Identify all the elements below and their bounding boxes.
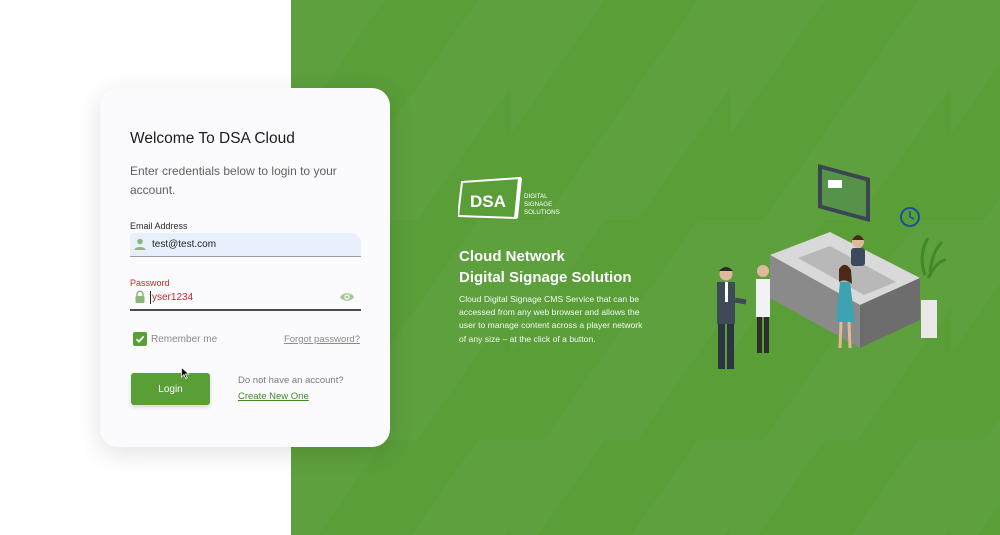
logo-sub-2: SIGNAGE [524, 201, 552, 208]
remember-me-label: Remember me [151, 333, 218, 345]
password-input[interactable] [152, 287, 332, 307]
headline-line-2: Digital Signage Solution [459, 269, 632, 286]
remember-me-checkbox[interactable]: Remember me [133, 332, 217, 346]
create-account-link[interactable]: Create New One [238, 391, 309, 402]
no-account-text: Do not have an account? [238, 375, 344, 386]
login-title: Welcome To DSA Cloud [130, 130, 295, 147]
logo-text: DSA [470, 192, 506, 211]
login-button[interactable]: Login [131, 373, 210, 405]
brand-description: Cloud Digital Signage CMS Service that c… [459, 294, 643, 344]
brand-headline: Cloud Network Digital Signage Solution [459, 246, 632, 288]
login-card: Welcome To DSA Cloud Enter credentials b… [100, 88, 390, 447]
eye-icon[interactable] [339, 290, 355, 304]
reception-illustration [717, 164, 947, 369]
logo-sub-3: SOLUTIONS [524, 209, 560, 216]
password-field-wrapper [130, 286, 361, 311]
lock-icon [135, 290, 145, 303]
mouse-cursor-icon [181, 367, 190, 379]
person-icon [134, 238, 146, 250]
dsa-logo: DSA DIGITAL SIGNAGE SOLUTIONS [458, 176, 560, 220]
forgot-password-link[interactable]: Forgot password? [284, 334, 360, 345]
email-field-wrapper [130, 233, 361, 257]
headline-line-1: Cloud Network [459, 248, 565, 265]
logo-sub-1: DIGITAL [524, 193, 548, 200]
check-icon [133, 332, 147, 346]
email-input[interactable] [152, 234, 332, 254]
email-label: Email Address [130, 221, 188, 231]
text-caret [150, 291, 151, 304]
login-subtitle: Enter credentials below to login to your… [130, 164, 337, 197]
